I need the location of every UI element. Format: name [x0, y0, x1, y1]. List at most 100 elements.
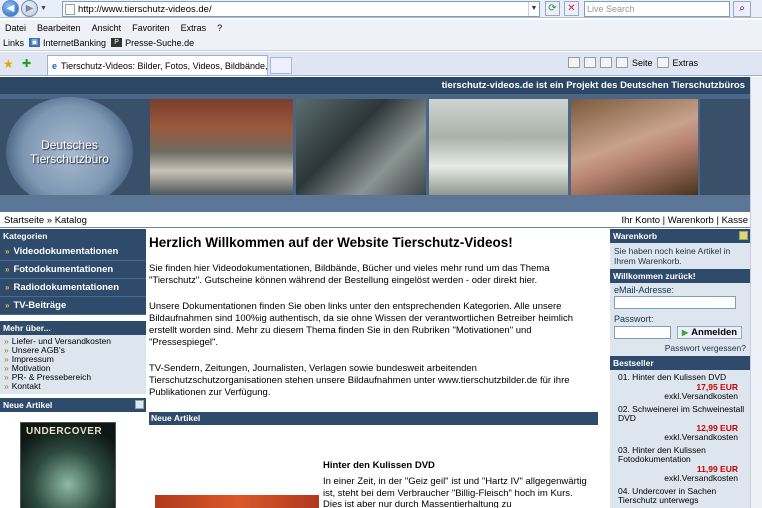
password-field[interactable]	[614, 326, 671, 339]
cart-header-label: Warenkorb	[613, 231, 658, 241]
tab-bar: ★ ✚ e Tierschutz-Videos: Bilder, Fotos, V…	[0, 52, 762, 76]
back-button[interactable]: ◀	[2, 0, 19, 17]
bestseller-title[interactable]: 02. Schweinerei im Schweinestall DVD	[618, 404, 750, 424]
menu-help[interactable]: ?	[217, 23, 222, 33]
page-menu-icon[interactable]	[616, 57, 628, 68]
more-about-header: Mehr über...	[0, 321, 146, 335]
breadcrumb[interactable]: Startseite » Katalog	[4, 215, 87, 226]
bestseller-item[interactable]: 04. Undercover in Sachen Tierschutz unte…	[610, 486, 750, 506]
account-links[interactable]: Ihr Konto | Warenkorb | Kasse	[621, 215, 748, 226]
play-icon: ▶	[682, 328, 689, 337]
banner-bottom-bar	[0, 195, 750, 212]
intro-paragraph-3: TV-Sendern, Zeitungen, Journalisten, Ver…	[149, 363, 570, 398]
category-label: Fotodokumentationen	[13, 264, 114, 275]
tab-title: Tierschutz-Videos: Bilder, Fotos, Videos…	[61, 60, 268, 71]
bestseller-title[interactable]: 04. Undercover in Sachen Tierschutz unte…	[618, 486, 750, 506]
categories-header: Kategorien	[0, 229, 146, 243]
print-icon[interactable]	[600, 57, 612, 68]
url-text: http://www.tierschutz-videos.de/	[78, 3, 212, 15]
arrow-icon: »	[5, 301, 10, 310]
breadcrumb-bar: Startseite » Katalog Ihr Konto | Warenko…	[0, 213, 750, 228]
box-icon	[135, 400, 144, 409]
page-menu-button[interactable]: Seite	[632, 58, 653, 68]
home-icon[interactable]	[568, 57, 580, 68]
email-label: eMail-Adresse:	[614, 285, 675, 295]
menu-favoriten[interactable]: Favoriten	[132, 23, 170, 33]
category-label: Radiodokumentationen	[13, 282, 120, 293]
bestseller-item[interactable]: 01. Hinter den Kulissen DVD 17,95 EUR ex…	[610, 372, 750, 402]
bestseller-shipping: exkl.Versandkosten	[664, 391, 738, 401]
press-icon: P	[111, 38, 123, 47]
category-videodokumentationen[interactable]: » Videodokumentationen	[0, 243, 146, 261]
article-thumbnail[interactable]	[155, 495, 319, 508]
menu-bar: Datei Bearbeiten Ansicht Favoriten Extra…	[0, 20, 762, 35]
refresh-button[interactable]: ⟳	[545, 1, 560, 16]
banner-right-fill	[700, 99, 750, 195]
cart-icon[interactable]	[739, 231, 748, 240]
arrow-icon: »	[5, 247, 10, 256]
more-about-list: » Liefer- und Versandkosten » Unsere AGB's…	[0, 335, 146, 394]
stop-button[interactable]: ✕	[564, 1, 579, 16]
category-tv-beitraege[interactable]: » TV-Beiträge	[0, 297, 146, 315]
login-button-label: Anmelden	[691, 327, 738, 338]
menu-datei[interactable]: Datei	[5, 23, 26, 33]
ie-page-icon: e	[52, 60, 58, 71]
arrow-icon: »	[5, 283, 10, 292]
favorites-star-icon[interactable]: ★	[3, 57, 14, 71]
forgot-password-link[interactable]: Passwort vergessen?	[610, 339, 750, 356]
menu-ansicht[interactable]: Ansicht	[92, 23, 122, 33]
page-title: Herzlich Willkommen auf der Website Tier…	[149, 235, 513, 250]
cart-empty-text: Sie haben noch keine Artikel in Ihrem Wa…	[614, 246, 731, 266]
bestseller-item[interactable]: 03. Hinter den Kulissen Fotodokumentatio…	[610, 445, 750, 484]
new-tab-button[interactable]	[270, 57, 292, 74]
cover-title: UNDERCOVER	[26, 426, 103, 437]
bestseller-shipping: exkl.Versandkosten	[664, 473, 738, 483]
bestseller-header: Bestseller	[610, 356, 750, 370]
login-row: ▶ Anmelden	[614, 326, 746, 339]
left-sidebar: Kategorien » Videodokumentationen » Fotodo…	[0, 229, 146, 508]
url-dropdown-icon[interactable]: ▼	[528, 2, 539, 16]
article-teaser: Hinter den Kulissen DVD In einer Zeit, i…	[323, 460, 593, 508]
bank-icon: ▣	[29, 38, 41, 47]
history-dropdown-icon[interactable]: ▼	[40, 5, 47, 12]
article-title[interactable]: Hinter den Kulissen DVD	[323, 460, 593, 471]
new-articles-bar: Neue Artikel	[149, 412, 598, 425]
bestseller-title[interactable]: 03. Hinter den Kulissen Fotodokumentatio…	[618, 445, 750, 465]
browser-window: ◀ ▶ ▼ http://www.tierschutz-videos.de/ ▼…	[0, 0, 762, 508]
banner-photo-3	[429, 99, 568, 195]
site-banner: tierschutz-videos.de ist ein Projekt des…	[0, 77, 750, 212]
menu-extras[interactable]: Extras	[181, 23, 207, 33]
vertical-scrollbar[interactable]	[750, 77, 762, 508]
forward-button[interactable]: ▶	[21, 0, 38, 17]
extras-menu-button[interactable]: Extras	[673, 58, 699, 68]
link-internetbanking-label: InternetBanking	[43, 37, 107, 48]
tools-gear-icon[interactable]	[656, 57, 669, 68]
tab-tierschutz-videos[interactable]: e Tierschutz-Videos: Bilder, Fotos, Video…	[47, 55, 268, 75]
menu-bearbeiten[interactable]: Bearbeiten	[37, 23, 81, 33]
add-favorite-icon[interactable]: ✚	[22, 57, 31, 70]
links-label: Links	[3, 37, 25, 48]
search-icon[interactable]: ⌕	[733, 1, 751, 17]
link-presse-suche[interactable]: P Presse-Suche.de	[111, 38, 194, 48]
web-page: tierschutz-videos.de ist ein Projekt des…	[0, 77, 762, 508]
site-logo[interactable]: Deutsches Tierschutzbüro	[6, 97, 133, 207]
right-sidebar: Warenkorb Sie haben noch keine Artikel i…	[610, 229, 750, 508]
new-article-cover[interactable]: UNDERCOVER	[20, 422, 116, 508]
category-radiodokumentationen[interactable]: » Radiodokumentationen	[0, 279, 146, 297]
arrow-icon: »	[5, 265, 10, 274]
rss-icon[interactable]	[584, 57, 596, 68]
login-button[interactable]: ▶ Anmelden	[677, 326, 743, 339]
email-field[interactable]	[614, 296, 736, 309]
bestseller-item[interactable]: 02. Schweinerei im Schweinestall DVD 12,…	[610, 404, 750, 443]
links-bar: Links ▣ InternetBanking P Presse-Suche.de	[0, 35, 762, 51]
url-field[interactable]: http://www.tierschutz-videos.de/	[62, 1, 540, 17]
cart-header: Warenkorb	[610, 229, 750, 243]
category-label: TV-Beiträge	[13, 300, 67, 311]
search-input[interactable]: Live Search	[584, 1, 730, 17]
more-item[interactable]: » Kontakt	[4, 382, 146, 391]
banner-photo-2	[296, 99, 426, 195]
category-label: Videodokumentationen	[13, 246, 119, 257]
category-fotodokumentationen[interactable]: » Fotodokumentationen	[0, 261, 146, 279]
link-internetbanking[interactable]: ▣ InternetBanking	[29, 38, 106, 48]
logo-line2: Tierschutzbüro	[30, 152, 109, 166]
